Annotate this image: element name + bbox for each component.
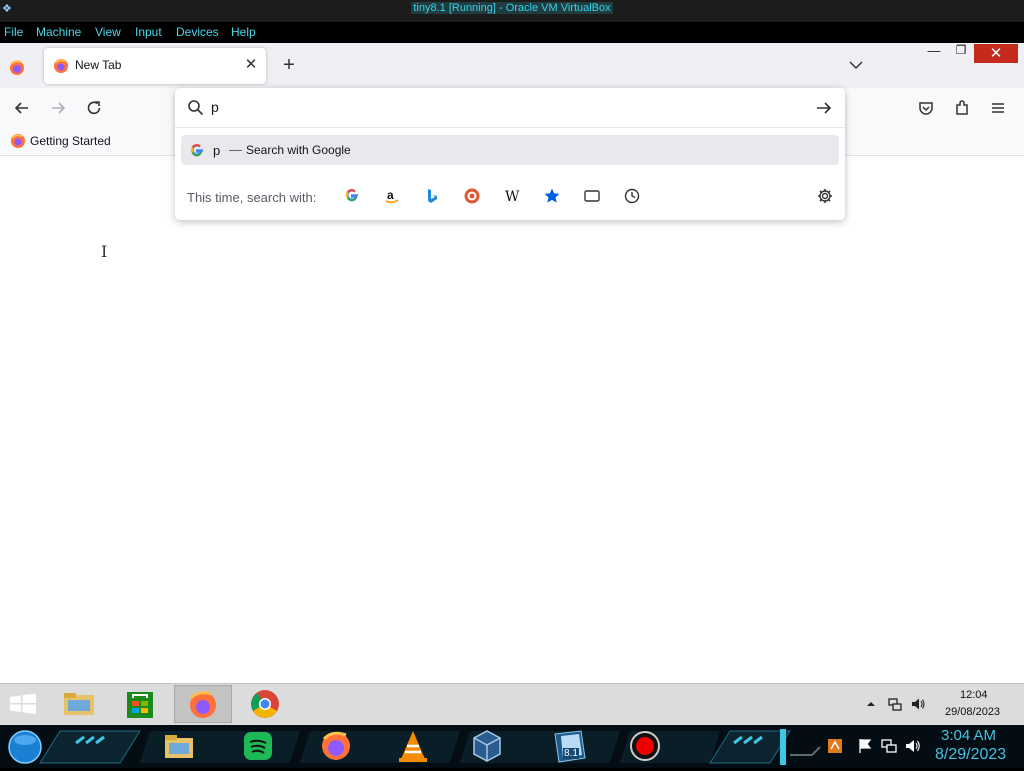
vlc-icon[interactable] <box>396 728 430 764</box>
one-off-search-label: This time, search with: <box>187 190 317 205</box>
host-clock-time[interactable]: 3:04 AM <box>941 727 996 744</box>
chrome-icon[interactable] <box>237 685 293 723</box>
dock-badge: 8.1 <box>563 748 579 759</box>
page-content[interactable]: I <box>0 156 1024 683</box>
reload-icon[interactable] <box>83 97 105 119</box>
firefox-icon <box>53 58 69 74</box>
file-explorer-icon[interactable] <box>162 729 196 763</box>
extensions-icon[interactable] <box>951 97 973 119</box>
tray-app-icon[interactable] <box>826 737 844 755</box>
go-arrow-icon[interactable] <box>814 98 834 118</box>
record-icon[interactable] <box>628 729 662 763</box>
network-icon[interactable] <box>887 696 903 712</box>
host-clock-date[interactable]: 8/29/2023 <box>935 746 1006 764</box>
firefox-icon[interactable] <box>174 685 232 723</box>
clock-time[interactable]: 12:04 <box>960 689 988 701</box>
minimize-icon[interactable]: — <box>923 43 945 61</box>
urlbar-input[interactable]: p <box>211 99 219 115</box>
tab-new-tab[interactable]: New Tab ✕ <box>44 48 266 84</box>
tab-close-icon[interactable]: ✕ <box>242 56 260 74</box>
bing-icon[interactable] <box>423 187 441 205</box>
vbox-menubar: File Machine View Input Devices Help <box>0 22 1024 43</box>
suggestion-action: Search with Google <box>246 143 351 157</box>
google-icon[interactable] <box>343 187 361 205</box>
divider <box>175 127 845 128</box>
wikipedia-icon[interactable]: W <box>503 187 521 205</box>
urlbar-dropdown: p p — Search with Google This time, sear… <box>175 88 845 220</box>
menu-devices[interactable]: Devices <box>176 25 219 39</box>
tab-strip: New Tab ✕ + — ❐ ✕ <box>0 43 1024 88</box>
host-dock: 8.1 3:04 AM 8/29/2023 <box>0 725 1024 768</box>
search-icon <box>187 99 204 116</box>
restore-icon[interactable]: ❐ <box>950 43 972 61</box>
svg-text:a: a <box>387 188 394 202</box>
bookmark-label: Getting Started <box>30 134 111 148</box>
volume-icon[interactable] <box>904 737 922 755</box>
firefox-view-icon[interactable] <box>7 58 27 78</box>
show-hidden-icons-chevron-up-icon[interactable] <box>863 696 879 712</box>
store-icon[interactable] <box>112 685 168 723</box>
history-clock-icon[interactable] <box>623 187 641 205</box>
guest-taskbar: 12:04 29/08/2023 <box>0 683 1024 725</box>
duckduckgo-icon[interactable] <box>463 187 481 205</box>
close-window-icon[interactable]: ✕ <box>974 44 1018 63</box>
forward-arrow-icon[interactable] <box>47 97 69 119</box>
firefox-icon[interactable] <box>318 728 354 764</box>
file-explorer-icon[interactable] <box>51 685 107 723</box>
start-button-windows-icon[interactable] <box>0 685 56 723</box>
svg-text:W: W <box>505 189 520 205</box>
virtual-machine-icon[interactable]: 8.1 <box>549 728 589 766</box>
menu-input[interactable]: Input <box>135 25 162 39</box>
text-cursor-icon: I <box>101 242 108 261</box>
hamburger-menu-icon[interactable] <box>987 97 1009 119</box>
flag-icon[interactable] <box>856 737 874 755</box>
vbox-window-title: tiny8.1 [Running] - Oracle VM VirtualBox <box>411 2 613 14</box>
volume-icon[interactable] <box>910 696 926 712</box>
bookmarks-star-icon[interactable] <box>543 187 561 205</box>
tab-title: New Tab <box>75 58 122 72</box>
back-arrow-icon[interactable] <box>11 97 33 119</box>
vbox-titlebar: ❖ tiny8.1 [Running] - Oracle VM VirtualB… <box>0 0 1024 22</box>
menu-help[interactable]: Help <box>231 25 256 39</box>
search-settings-gear-icon[interactable] <box>816 187 834 205</box>
google-icon <box>189 142 205 158</box>
amazon-icon[interactable]: a <box>383 187 401 205</box>
list-all-tabs-chevron-down-icon[interactable] <box>847 56 865 74</box>
suggestion-dash: — <box>229 142 242 157</box>
pocket-icon[interactable] <box>915 97 937 119</box>
menu-file[interactable]: File <box>4 25 23 39</box>
search-suggestion-row[interactable]: p — Search with Google <box>181 135 839 165</box>
host-start-orb-icon[interactable] <box>6 729 44 765</box>
new-tab-button[interactable]: + <box>279 55 299 75</box>
firefox-icon <box>11 134 25 148</box>
virtualbox-icon[interactable] <box>470 728 504 764</box>
spotify-icon[interactable] <box>241 729 275 763</box>
network-icon[interactable] <box>880 737 898 755</box>
tabs-icon[interactable] <box>583 187 601 205</box>
menu-machine[interactable]: Machine <box>36 25 81 39</box>
menu-view[interactable]: View <box>95 25 121 39</box>
bookmark-getting-started[interactable]: Getting Started <box>10 133 111 151</box>
suggestion-query: p <box>213 143 221 158</box>
clock-date[interactable]: 29/08/2023 <box>945 706 1000 718</box>
